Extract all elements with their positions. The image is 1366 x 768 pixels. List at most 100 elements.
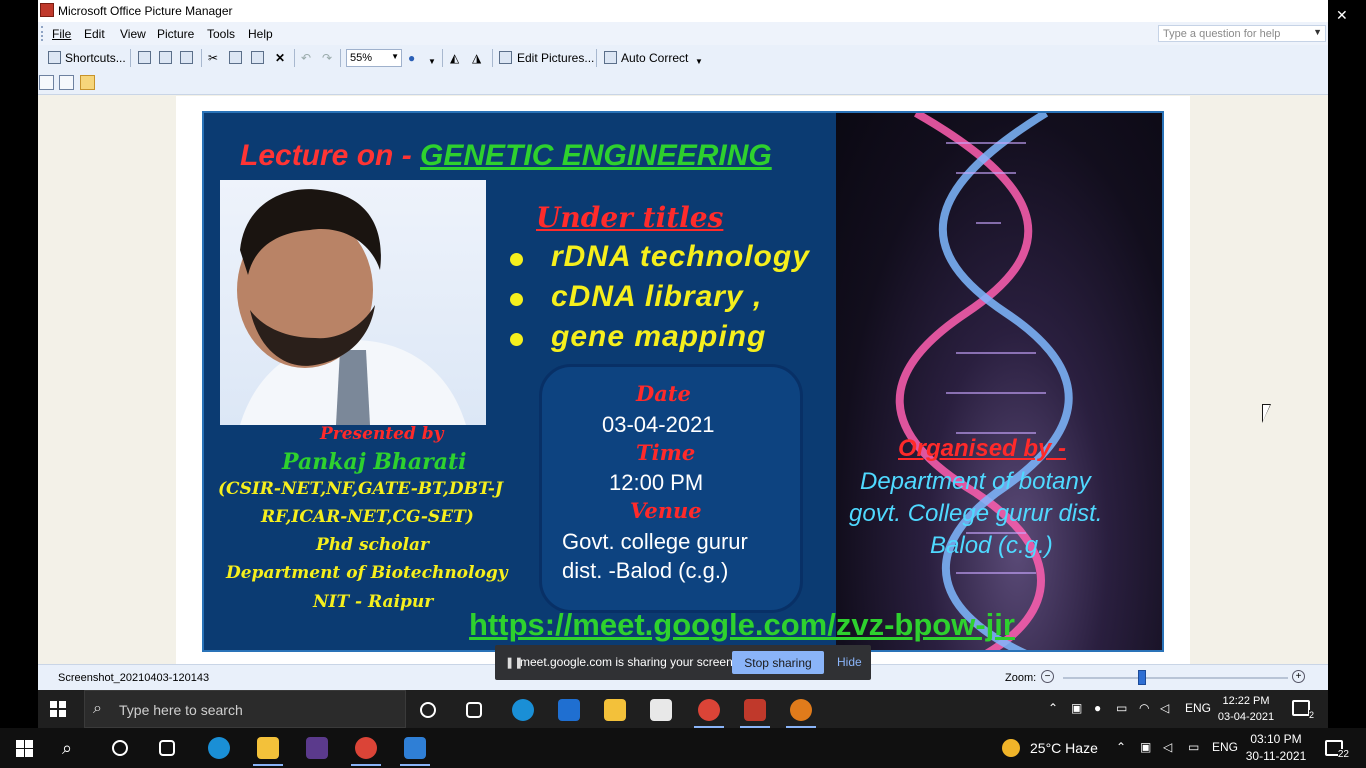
language-indicator[interactable]: ENG <box>1185 701 1211 715</box>
show-hidden-icons[interactable]: ⌃ <box>1048 701 1058 715</box>
zoom-label: Zoom: <box>1005 672 1037 684</box>
file-name: Screenshot_20210403-120143 <box>58 672 210 684</box>
presenter-credentials: RF,ICAR-NET,CG-SET) <box>261 507 474 527</box>
cortana-icon[interactable] <box>420 702 436 718</box>
menu-file[interactable]: File <box>52 27 71 41</box>
zoom-out-icon[interactable]: − <box>1041 670 1054 683</box>
weather-text[interactable]: 25°C Haze <box>1030 740 1098 756</box>
meet-present-icon[interactable]: ▣ <box>1071 701 1082 715</box>
cut-icon[interactable]: ✂ <box>208 51 218 65</box>
meet-present-icon[interactable]: ▣ <box>1140 740 1151 754</box>
close-icon[interactable]: ✕ <box>1336 7 1348 24</box>
edge-icon[interactable] <box>512 699 534 721</box>
microphone-icon[interactable]: ● <box>1094 701 1101 715</box>
topic-item: gene mapping <box>551 320 767 353</box>
presenter-portrait <box>237 189 466 425</box>
edit-pictures-button[interactable]: Edit Pictures... <box>517 51 594 65</box>
minimize-icon[interactable]: — <box>1244 7 1258 23</box>
menu-picture[interactable]: Picture <box>157 27 194 41</box>
app-taskbar-icon[interactable] <box>786 699 816 728</box>
screen-sharing-bar: ❚❚ meet.google.com is sharing your scree… <box>495 645 871 680</box>
shortcuts-icon[interactable] <box>48 51 61 64</box>
auto-correct-button[interactable]: Auto Correct <box>621 51 688 65</box>
weather-icon[interactable] <box>1002 739 1020 757</box>
dna-helix-image <box>836 113 1162 650</box>
shortcuts-button[interactable]: Shortcuts... <box>65 51 126 65</box>
app-icon[interactable] <box>306 737 328 759</box>
clock-date: 03-04-2021 <box>1217 711 1275 723</box>
search-icon[interactable]: ⌕ <box>62 738 84 760</box>
presenter-role: Phd scholar <box>316 535 429 555</box>
notifications-icon[interactable]: 2 <box>1292 700 1314 720</box>
search-icon: ⌕ <box>93 700 102 717</box>
undo-icon[interactable]: ↶ <box>301 51 311 65</box>
show-hidden-icons[interactable]: ⌃ <box>1116 740 1126 754</box>
thumbnail-view-icon[interactable] <box>39 75 54 90</box>
store-icon[interactable] <box>650 699 672 721</box>
chevron-down-icon[interactable]: ▼ <box>391 52 399 61</box>
file-explorer-icon[interactable] <box>604 699 626 721</box>
taskbar-clock[interactable]: 12:22 PM 03-04-2021 <box>1210 693 1282 725</box>
notification-count: 2 <box>1308 710 1314 720</box>
notifications-icon[interactable]: 22 <box>1325 740 1349 760</box>
rotate-left-icon[interactable]: ◭ <box>450 51 459 65</box>
picture-manager-taskbar-icon[interactable] <box>740 699 770 728</box>
print-icon[interactable] <box>159 51 172 64</box>
remote-taskbar: ⌕ Type here to search ⌃ ▣ ● ▭ ◠ ◁ ENG 12… <box>38 690 1328 728</box>
redo-icon[interactable]: ↷ <box>322 51 332 65</box>
auto-correct-icon[interactable] <box>604 51 617 64</box>
save-icon[interactable] <box>138 51 151 64</box>
volume-icon[interactable]: ◁ <box>1163 740 1172 754</box>
menu-edit[interactable]: Edit <box>84 27 105 41</box>
edit-pictures-icon[interactable] <box>499 51 512 64</box>
toolbar-options-icon[interactable]: ▼ <box>695 57 703 66</box>
menu-grip <box>41 26 44 41</box>
bullet-icon <box>510 253 523 266</box>
single-picture-view-icon[interactable] <box>80 75 95 90</box>
toolbar-options-icon[interactable]: ▼ <box>428 57 436 66</box>
delete-icon[interactable]: ✕ <box>275 51 285 65</box>
filmstrip-view-icon[interactable] <box>59 75 74 90</box>
menu-help[interactable]: Help <box>248 27 273 41</box>
battery-icon[interactable]: ▭ <box>1116 701 1127 715</box>
task-view-icon[interactable] <box>159 740 175 756</box>
mail-icon[interactable] <box>558 699 580 721</box>
menu-view[interactable]: View <box>120 27 146 41</box>
presenter-department: Department of Biotechnology <box>226 563 508 583</box>
zoom-value: 55% <box>350 52 373 64</box>
wifi-icon[interactable]: ◠ <box>1139 701 1149 715</box>
restore-icon[interactable]: ❐ <box>1290 7 1303 24</box>
rotate-right-icon[interactable]: ◮ <box>472 51 481 65</box>
hide-button[interactable]: Hide <box>837 655 862 669</box>
task-view-icon[interactable] <box>466 702 482 718</box>
lecture-heading: Lecture on - GENETIC ENGINEERING <box>240 139 772 173</box>
battery-icon[interactable]: ▭ <box>1188 740 1199 754</box>
taskbar-clock[interactable]: 03:10 PM 30-11-2021 <box>1240 731 1312 765</box>
language-indicator[interactable]: ENG <box>1212 740 1238 754</box>
zoom-in-icon[interactable]: + <box>1292 670 1305 683</box>
menu-tools[interactable]: Tools <box>207 27 235 41</box>
volume-icon[interactable]: ◁ <box>1160 701 1169 715</box>
video-player-icon[interactable] <box>400 737 430 766</box>
paste-icon[interactable] <box>251 51 264 64</box>
taskbar-search-box[interactable]: ⌕ Type here to search <box>84 690 406 728</box>
search-placeholder: Type here to search <box>119 702 243 718</box>
windows-start-icon[interactable] <box>16 740 33 757</box>
chrome-icon[interactable] <box>694 699 724 728</box>
edge-icon[interactable] <box>208 737 230 759</box>
view-toolbar <box>38 71 1328 95</box>
email-icon[interactable] <box>180 51 193 64</box>
cortana-icon[interactable] <box>112 740 128 756</box>
file-explorer-icon[interactable] <box>253 737 283 766</box>
help-icon[interactable]: ● <box>408 51 415 65</box>
stop-sharing-button[interactable]: Stop sharing <box>732 651 824 674</box>
zoom-slider-track[interactable] <box>1063 677 1288 679</box>
windows-start-icon[interactable] <box>50 701 66 717</box>
copy-icon[interactable] <box>229 51 242 64</box>
chrome-icon[interactable] <box>351 737 381 766</box>
clock-time: 03:10 PM <box>1250 732 1302 746</box>
time-value: 12:00 PM <box>609 470 704 495</box>
zoom-slider-thumb[interactable] <box>1137 670 1146 685</box>
presenter-name: Pankaj Bharati <box>282 449 467 475</box>
zoom-select[interactable]: 55% ▼ <box>346 49 402 67</box>
